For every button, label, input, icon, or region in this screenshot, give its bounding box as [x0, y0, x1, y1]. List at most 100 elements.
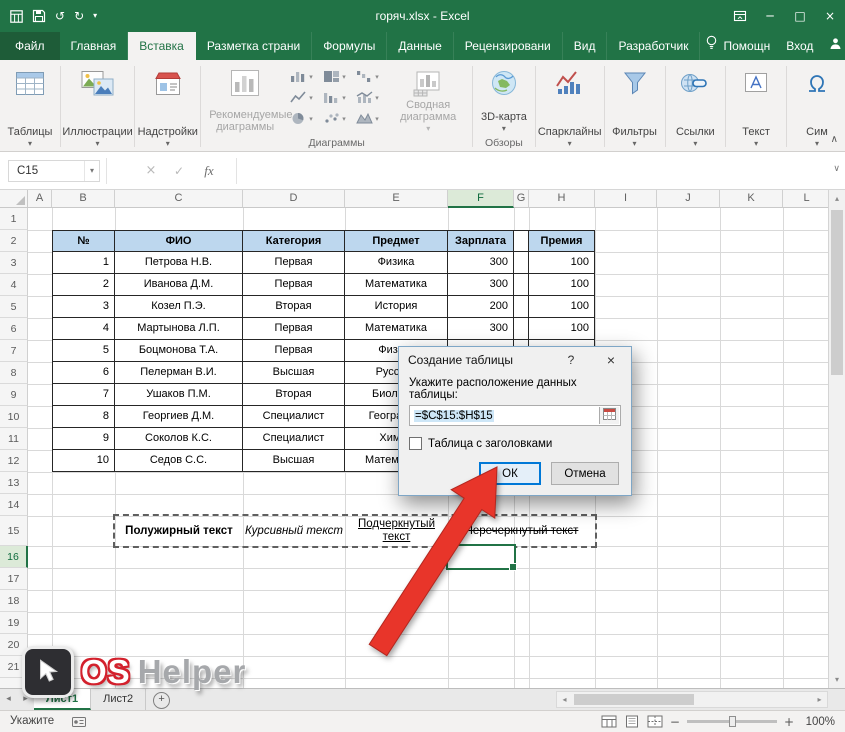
line-chart-button[interactable]: ▾	[287, 87, 320, 108]
table-cell[interactable]: Петрова Н.В.	[115, 252, 243, 274]
ribbon-tab[interactable]: Данные	[387, 32, 453, 60]
page-break-view-icon[interactable]	[647, 715, 663, 728]
table-header-cell[interactable]	[514, 230, 529, 252]
dialog-titlebar[interactable]: Создание таблицы ? ×	[399, 347, 631, 373]
table-cell[interactable]: 8	[52, 406, 115, 428]
row-header-9[interactable]: 9	[0, 384, 28, 406]
cancel-formula-icon[interactable]: ×	[138, 160, 164, 182]
zoom-out-icon[interactable]: −	[670, 715, 680, 729]
save-icon[interactable]	[32, 9, 46, 23]
surface-chart-button[interactable]: ▾	[353, 108, 386, 129]
share-item[interactable]: Общий доступ	[824, 32, 845, 60]
row-header-18[interactable]: 18	[0, 590, 28, 612]
tab-file[interactable]: Файл	[0, 32, 60, 60]
table-header-cell[interactable]: Предмет	[345, 230, 448, 252]
table-header-cell[interactable]: №	[52, 230, 115, 252]
row-header-4[interactable]: 4	[0, 274, 28, 296]
row-header-6[interactable]: 6	[0, 318, 28, 340]
column-header-J[interactable]: J	[657, 190, 720, 208]
minimize-icon[interactable]: ─	[755, 0, 785, 32]
ribbon-tab[interactable]: Разметка страни	[196, 32, 312, 60]
table-cell[interactable]: 4	[52, 318, 115, 340]
scroll-down-icon[interactable]: ▾	[829, 671, 845, 688]
table-cell[interactable]: Специалист	[243, 406, 345, 428]
ribbon-display-options-icon[interactable]	[725, 0, 755, 32]
sign-in-item[interactable]: Вход	[781, 32, 818, 60]
ribbon-button[interactable]: Иллюстрации▾	[63, 62, 132, 151]
table-cell[interactable]: Первая	[243, 318, 345, 340]
column-header-H[interactable]: H	[529, 190, 595, 208]
formula-bar-expand-icon[interactable]: ∨	[833, 164, 840, 174]
table-cell[interactable]: Первая	[243, 252, 345, 274]
table-cell[interactable]: Высшая	[243, 450, 345, 472]
assistant-item[interactable]: Помощн	[700, 32, 775, 60]
table-cell[interactable]: 100	[529, 296, 595, 318]
row-header-5[interactable]: 5	[0, 296, 28, 318]
name-box[interactable]: C15 ▾	[8, 160, 100, 182]
column-header-C[interactable]: C	[115, 190, 243, 208]
ribbon-button[interactable]: Ссылки▾	[667, 62, 723, 151]
row-header-1[interactable]: 1	[0, 208, 28, 230]
table-cell[interactable]: 10	[52, 450, 115, 472]
customize-quick-access-icon[interactable]: ▾	[93, 12, 97, 20]
scroll-right-icon[interactable]: ▸	[812, 692, 827, 707]
row-header-15[interactable]: 15	[0, 516, 28, 546]
sheet-nav-left-icon[interactable]: ◂	[0, 689, 17, 710]
table-cell[interactable]: 200	[448, 296, 514, 318]
pivot-chart-button[interactable]: Сводная диаграмма▾	[386, 62, 470, 136]
column-header-F[interactable]: F	[448, 190, 514, 208]
excel-logo-icon[interactable]	[10, 10, 23, 23]
column-header-I[interactable]: I	[595, 190, 657, 208]
table-cell[interactable]: 2	[52, 274, 115, 296]
table-cell[interactable]: 300	[448, 252, 514, 274]
table-cell[interactable]: 9	[52, 428, 115, 450]
table-header-cell[interactable]: Категория	[243, 230, 345, 252]
column-header-K[interactable]: K	[720, 190, 783, 208]
table-cell[interactable]: Вторая	[243, 384, 345, 406]
table-cell[interactable]	[514, 252, 529, 274]
hierarchy-chart-button[interactable]: ▾	[320, 66, 353, 87]
table-cell[interactable]: 300	[448, 318, 514, 340]
ok-button[interactable]: ОК	[479, 462, 541, 485]
ribbon-tab[interactable]: Вид	[563, 32, 608, 60]
ribbon-button[interactable]: Фильтры▾	[607, 62, 663, 151]
enter-formula-icon[interactable]: ✓	[166, 160, 192, 182]
row-header-14[interactable]: 14	[0, 494, 28, 516]
table-cell[interactable]: Физика	[345, 252, 448, 274]
table-cell[interactable]: История	[345, 296, 448, 318]
table-cell[interactable]: 300	[448, 274, 514, 296]
ribbon-button[interactable]: Текст▾	[728, 62, 784, 151]
combo-chart-button[interactable]: ▾	[353, 87, 386, 108]
table-cell[interactable]	[514, 296, 529, 318]
normal-view-icon[interactable]	[601, 715, 617, 728]
table-cell[interactable]: Специалист	[243, 428, 345, 450]
table-cell[interactable]	[514, 274, 529, 296]
column-header-D[interactable]: D	[243, 190, 345, 208]
table-cell[interactable]: 5	[52, 340, 115, 362]
table-cell[interactable]: Мартынова Л.П.	[115, 318, 243, 340]
range-input[interactable]: =$C$15:$H$15	[409, 405, 621, 426]
table-cell[interactable]: Седов С.С.	[115, 450, 243, 472]
statistic-chart-button[interactable]: ▾	[320, 87, 353, 108]
table-cell[interactable]: 100	[529, 318, 595, 340]
horizontal-scrollbar[interactable]: ◂ ▸	[556, 691, 828, 708]
scroll-up-icon[interactable]: ▴	[829, 190, 845, 207]
zoom-in-icon[interactable]: +	[784, 715, 794, 729]
ribbon-button[interactable]: Таблицы▾	[2, 62, 58, 151]
row-header-13[interactable]: 13	[0, 472, 28, 494]
horizontal-scrollbar-thumb[interactable]	[574, 694, 694, 705]
undo-icon[interactable]: ↺	[55, 10, 65, 22]
table-cell[interactable]: 1	[52, 252, 115, 274]
table-header-cell[interactable]: Премия	[529, 230, 595, 252]
column-header-G[interactable]: G	[514, 190, 529, 208]
row-header-11[interactable]: 11	[0, 428, 28, 450]
ribbon-tab[interactable]: Разработчик	[607, 32, 700, 60]
zoom-level[interactable]: 100%	[801, 716, 835, 728]
row-header-10[interactable]: 10	[0, 406, 28, 428]
ribbon-button[interactable]: Спарклайны▾	[538, 62, 602, 151]
table-cell[interactable]: Пелерман В.И.	[115, 362, 243, 384]
table-header-cell[interactable]: ФИО	[115, 230, 243, 252]
table-cell[interactable]: Георгиев Д.М.	[115, 406, 243, 428]
strikethrough-text-cell[interactable]: Перечеркнутый текст	[448, 516, 595, 546]
ribbon-tab[interactable]: Главная	[60, 32, 129, 60]
